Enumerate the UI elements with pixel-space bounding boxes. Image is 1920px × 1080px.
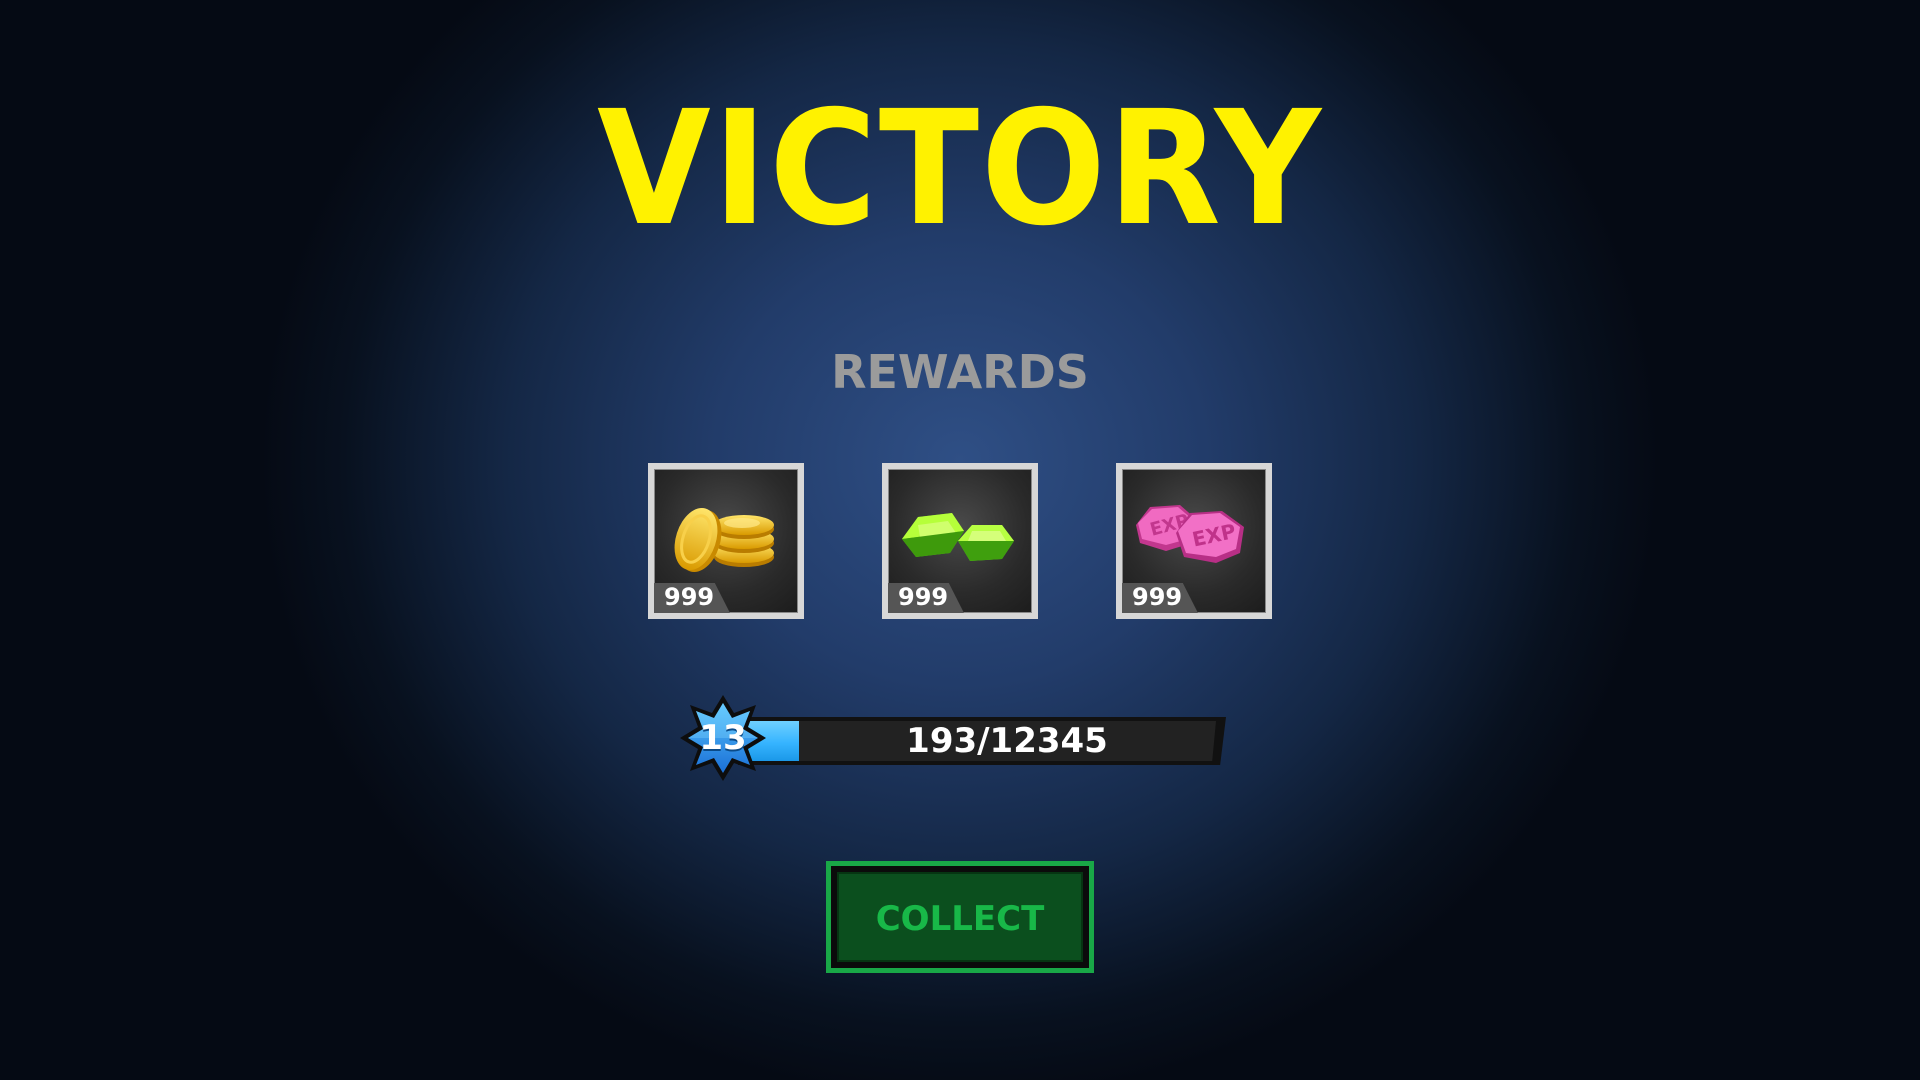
victory-title: VICTORY [597,77,1323,261]
level-number: 13 [699,718,747,758]
rewards-heading: REWARDS [831,345,1089,399]
collect-button-face: COLLECT [837,872,1083,962]
level-badge: 13 [678,693,768,783]
reward-quantity: 999 [1132,583,1183,611]
reward-tile-gold[interactable]: 999 [648,463,804,619]
collect-button[interactable]: COLLECT [826,861,1094,973]
reward-quantity: 999 [898,583,949,611]
reward-tile-gems[interactable]: 999 [882,463,1038,619]
reward-quantity: 999 [664,583,715,611]
xp-readout: 193/12345 [906,721,1108,761]
collect-button-label: COLLECT [875,899,1045,939]
reward-tile-exp[interactable]: EXP EXP 999 [1116,463,1272,619]
xp-progress: 193/12345 13 [678,693,1248,793]
